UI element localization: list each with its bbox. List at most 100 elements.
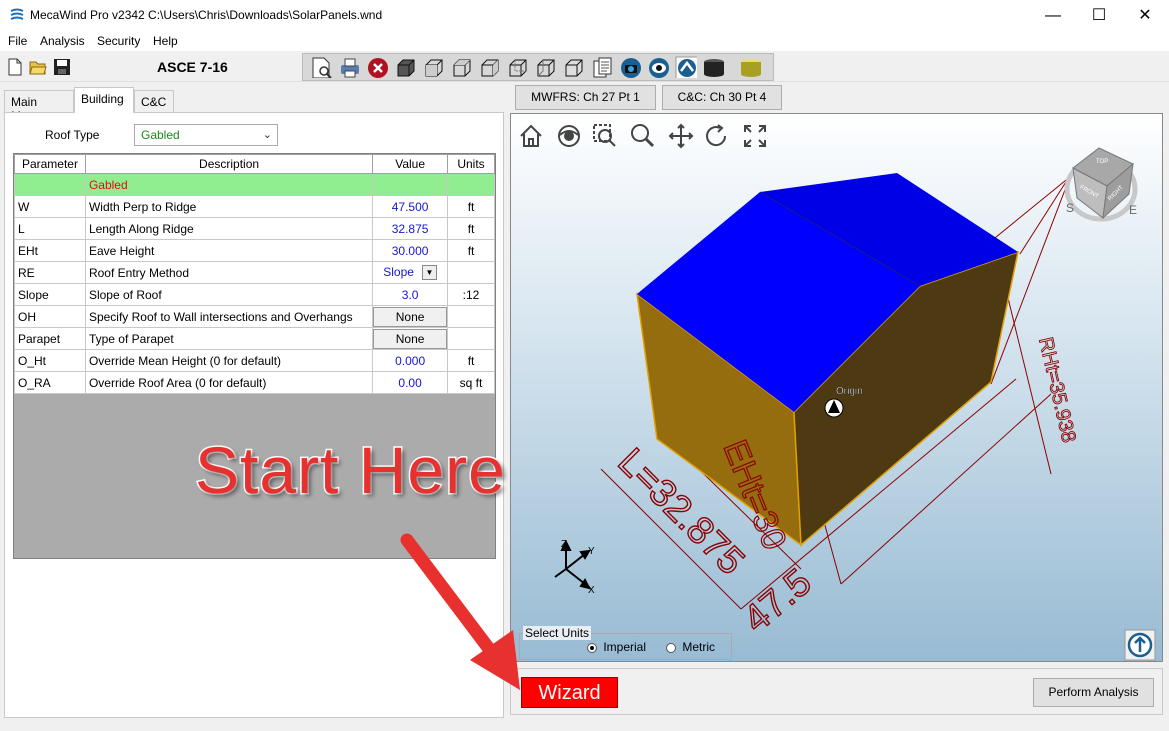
desc-cell: Slope of Roof	[84, 283, 374, 306]
zoom-icon[interactable]	[631, 124, 655, 148]
roof-entry-value: Slope	[383, 264, 414, 279]
tab-mwfrs[interactable]: MWFRS: Ch 27 Pt 1	[515, 85, 656, 110]
new-file-icon[interactable]	[7, 58, 27, 78]
override-height-value-cell[interactable]: 0.000	[372, 349, 449, 372]
table-row: O_Ht Override Mean Height (0 for default…	[14, 349, 495, 372]
unit-cell	[447, 173, 495, 196]
eave-height-value-cell[interactable]: 30.000	[372, 239, 449, 262]
param-cell: O_Ht	[14, 349, 86, 372]
cylinder-yellow-icon[interactable]	[740, 56, 762, 78]
minimize-button[interactable]: —	[1030, 0, 1076, 31]
radio-selected-icon[interactable]	[587, 642, 597, 653]
perform-analysis-button[interactable]: Perform Analysis	[1033, 678, 1154, 707]
menu-analysis[interactable]: Analysis	[40, 34, 85, 48]
scroll-up-button[interactable]	[1124, 629, 1156, 661]
view-cube[interactable]: TOP FRONT RIGHT S E	[1064, 147, 1138, 222]
menu-file[interactable]: File	[8, 34, 27, 48]
red-arrow-annotation	[400, 533, 520, 690]
table-row: Slope Slope of Roof 3.0 :12	[14, 283, 495, 306]
axis-x-label: X	[588, 585, 595, 596]
origin-label: Origin	[836, 386, 863, 397]
print-icon[interactable]	[338, 56, 360, 78]
param-cell: O_RA	[14, 371, 86, 394]
grid-header-row: Parameter Description Value Units	[14, 154, 495, 174]
cube-wire-5-icon[interactable]	[534, 56, 556, 78]
desc-cell: Width Perp to Ridge	[84, 195, 374, 218]
parapet-button[interactable]: None	[373, 328, 448, 349]
menu-security[interactable]: Security	[97, 34, 140, 48]
home-icon[interactable]	[520, 124, 542, 147]
viewcube-top-label: TOP	[1096, 159, 1108, 165]
table-row: W Width Perp to Ridge 47.500 ft	[14, 195, 495, 218]
fit-icon[interactable]	[744, 125, 766, 147]
width-value-cell[interactable]: 47.500	[372, 195, 449, 218]
cube-wire-1-icon[interactable]	[422, 56, 444, 78]
override-area-value-cell[interactable]: 0.00	[372, 371, 449, 394]
roof-entry-select[interactable]: Slope ▼	[372, 261, 449, 284]
param-cell	[14, 173, 86, 196]
cube-wire-4-icon[interactable]	[506, 56, 528, 78]
tab-cc[interactable]: C&C	[134, 90, 174, 112]
desc-cell: Gabled	[84, 173, 374, 196]
unit-cell	[447, 305, 495, 328]
cube-wire-2-icon[interactable]	[450, 56, 472, 78]
length-value-cell[interactable]: 32.875	[372, 217, 449, 240]
cube-solid-icon[interactable]	[394, 56, 416, 78]
title-bar: MecaWind Pro v2342 C:\Users\Chris\Downlo…	[0, 0, 1169, 31]
table-row: RE Roof Entry Method Slope ▼	[14, 261, 495, 284]
save-icon[interactable]	[53, 58, 73, 78]
overhangs-button[interactable]: None	[373, 306, 448, 327]
width-dimension-label: 47.5	[736, 561, 820, 641]
desc-cell: Type of Parapet	[84, 327, 374, 350]
eye-icon[interactable]	[558, 125, 580, 147]
report-icon[interactable]	[591, 56, 613, 78]
param-cell: Parapet	[14, 327, 86, 350]
eye-icon[interactable]	[647, 56, 669, 78]
unit-cell: ft	[447, 217, 495, 240]
slope-value-cell[interactable]: 3.0	[372, 283, 449, 306]
close-button[interactable]: ✕	[1122, 0, 1168, 31]
wizard-button[interactable]: Wizard	[521, 677, 618, 708]
cube-wire-6-icon[interactable]	[562, 56, 584, 78]
camera-icon[interactable]	[619, 56, 641, 78]
cylinder-dark-icon[interactable]	[703, 56, 725, 78]
compass-e-label: E	[1129, 203, 1137, 217]
imperial-radio[interactable]: Imperial	[587, 640, 646, 654]
metric-label: Metric	[682, 640, 716, 654]
zoom-window-icon[interactable]	[593, 124, 616, 147]
pan-icon[interactable]	[668, 123, 694, 149]
axis-triad: Z Y X	[554, 539, 595, 596]
start-here-annotation: Start Here	[194, 432, 507, 509]
rotate-view-icon[interactable]	[675, 56, 697, 78]
desc-cell: Specify Roof to Wall intersections and O…	[84, 305, 374, 328]
param-cell: RE	[14, 261, 86, 284]
value-cell: None	[372, 305, 449, 328]
table-row: O_RA Override Roof Area (0 for default) …	[14, 371, 495, 394]
window-title: MecaWind Pro v2342 C:\Users\Chris\Downlo…	[30, 8, 383, 22]
rotate-icon[interactable]	[706, 124, 727, 147]
tab-main-menu[interactable]: Main Menu	[4, 90, 74, 123]
radio-unselected-icon[interactable]	[666, 642, 676, 653]
table-row: OH Specify Roof to Wall intersections an…	[14, 305, 495, 328]
dropdown-arrow-icon[interactable]: ▼	[421, 265, 437, 281]
open-folder-icon[interactable]	[29, 58, 49, 78]
desc-cell: Override Roof Area (0 for default)	[84, 371, 374, 394]
ridge-height-dimension-label: RHt=35.938	[1034, 335, 1080, 444]
maximize-button[interactable]: ☐	[1076, 0, 1122, 31]
value-cell: None	[372, 327, 449, 350]
unit-cell	[447, 327, 495, 350]
tab-building[interactable]: Building	[74, 87, 134, 113]
menu-help[interactable]: Help	[153, 34, 178, 48]
unit-cell: sq ft	[447, 371, 495, 394]
tab-cc-view[interactable]: C&C: Ch 30 Pt 4	[662, 85, 782, 110]
stop-icon[interactable]	[366, 56, 388, 78]
roof-type-select[interactable]: Gabled ⌄	[134, 124, 278, 146]
table-row: Parapet Type of Parapet None	[14, 327, 495, 350]
cube-wire-3-icon[interactable]	[478, 56, 500, 78]
building-model-view[interactable]: Origin L=32.875 EHt=30 47.5 RHt=35.938 T…	[511, 114, 1163, 662]
desc-cell: Roof Entry Method	[84, 261, 374, 284]
metric-radio[interactable]: Metric	[666, 640, 715, 654]
app-logo-icon	[10, 8, 24, 20]
print-preview-icon[interactable]	[310, 56, 332, 78]
3d-viewport[interactable]: Origin L=32.875 EHt=30 47.5 RHt=35.938 T…	[510, 113, 1163, 662]
